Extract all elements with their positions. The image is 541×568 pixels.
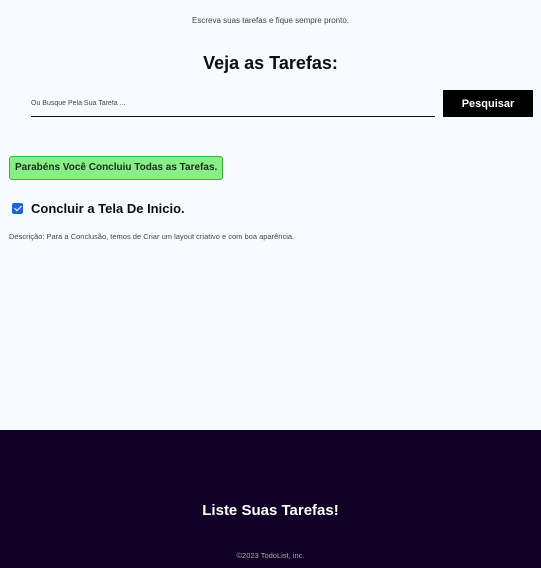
task-item: Concluir a Tela De Inicio.: [12, 199, 185, 217]
footer: Liste Suas Tarefas! ©2023 TodoList, inc.: [0, 430, 541, 568]
footer-copyright: ©2023 TodoList, inc.: [236, 551, 305, 560]
search-button[interactable]: Pesquisar: [443, 90, 533, 117]
task-checkbox[interactable]: [12, 202, 23, 214]
main-section: Escreva suas tarefas e fique sempre pron…: [0, 0, 541, 430]
task-title: Concluir a Tela De Inicio.: [31, 200, 185, 216]
todo-page: Escreva suas tarefas e fique sempre pron…: [0, 0, 541, 568]
page-title: Veja as Tarefas:: [203, 53, 338, 73]
tagline: Escreva suas tarefas e fique sempre pron…: [192, 16, 349, 25]
success-banner: Parabéns Você Concluiu Todas as Tarefas.: [9, 156, 224, 180]
search-bar: Pesquisar: [31, 90, 533, 118]
task-description: Descrição: Para a Conclusão, temos de Cr…: [9, 232, 295, 241]
search-input[interactable]: [31, 90, 435, 117]
footer-title: Liste Suas Tarefas!: [202, 502, 339, 519]
